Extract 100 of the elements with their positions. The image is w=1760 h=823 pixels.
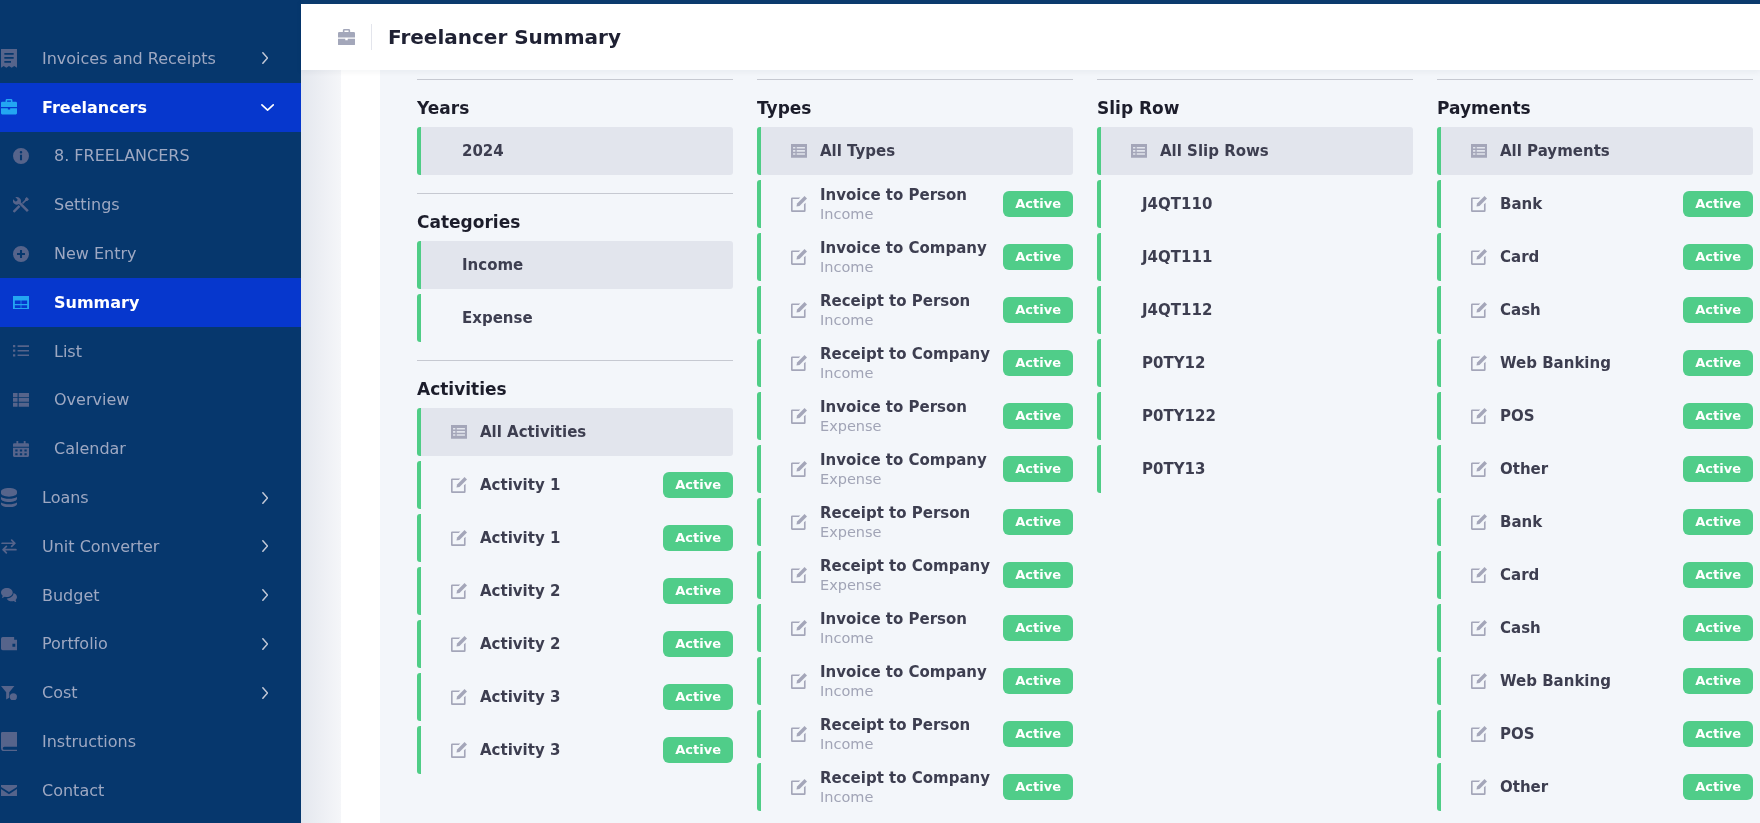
edit-icon[interactable] — [451, 636, 467, 652]
option-row[interactable]: Receipt to Company Expense Active — [757, 551, 1073, 599]
edit-icon[interactable] — [1471, 408, 1487, 424]
option-row[interactable]: Invoice to Person Income Active — [757, 604, 1073, 652]
option-row[interactable]: J4QT112 — [1097, 286, 1413, 334]
status-badge: Active — [1003, 297, 1073, 323]
edit-icon[interactable] — [791, 779, 807, 795]
edit-icon[interactable] — [791, 514, 807, 530]
edit-icon[interactable] — [1471, 673, 1487, 689]
option-row[interactable]: Invoice to Company Expense Active — [757, 445, 1073, 493]
edit-icon[interactable] — [451, 530, 467, 546]
sidebar-item[interactable]: Cost — [0, 668, 301, 718]
option-row[interactable]: Invoice to Company Income Active — [757, 233, 1073, 281]
option-row[interactable]: Activity 3 Active — [417, 726, 733, 774]
option-row[interactable]: Receipt to Person Expense Active — [757, 498, 1073, 546]
option-row[interactable]: Cash Active — [1437, 286, 1753, 334]
option-row[interactable]: Web Banking Active — [1437, 339, 1753, 387]
option-row[interactable]: 2024 — [417, 127, 733, 175]
table-icon — [13, 295, 29, 310]
edit-icon[interactable] — [791, 567, 807, 583]
sidebar-item[interactable]: Budget — [0, 570, 301, 620]
sidebar-item[interactable]: Overview — [0, 375, 301, 425]
option-row[interactable]: Bank Active — [1437, 180, 1753, 228]
edit-icon[interactable] — [791, 620, 807, 636]
edit-icon[interactable] — [791, 726, 807, 742]
sidebar-item[interactable]: Unit Converter — [0, 521, 301, 571]
sidebar-item[interactable]: New Entry — [0, 229, 301, 278]
section-heading: Activities — [417, 378, 508, 400]
option-row[interactable]: Activity 1 Active — [417, 461, 733, 509]
list-box-icon — [791, 144, 807, 158]
sidebar-item[interactable]: Invoices and Receipts — [0, 34, 301, 83]
edit-icon[interactable] — [451, 742, 467, 758]
status-badge: Active — [1003, 403, 1073, 429]
edit-icon[interactable] — [1471, 196, 1487, 212]
edit-icon[interactable] — [791, 196, 807, 212]
sidebar-item[interactable]: Calendar — [0, 424, 301, 474]
edit-icon[interactable] — [791, 355, 807, 371]
sidebar-item[interactable]: Contact — [0, 765, 301, 815]
option-row[interactable]: All Types — [757, 127, 1073, 175]
option-row[interactable]: Receipt to Company Income Active — [757, 339, 1073, 387]
edit-icon[interactable] — [1471, 514, 1487, 530]
option-row[interactable]: POS Active — [1437, 392, 1753, 440]
edit-icon[interactable] — [1471, 355, 1487, 371]
edit-icon[interactable] — [451, 689, 467, 705]
option-row[interactable]: P0TY13 — [1097, 445, 1413, 493]
sidebar-item[interactable]: Summary — [0, 278, 301, 327]
option-row[interactable]: Income — [417, 241, 733, 289]
edit-icon[interactable] — [1471, 302, 1487, 318]
edit-icon[interactable] — [791, 302, 807, 318]
option-row[interactable]: J4QT110 — [1097, 180, 1413, 228]
option-row[interactable]: POS Active — [1437, 710, 1753, 758]
option-row[interactable]: All Activities — [417, 408, 733, 456]
option-row[interactable]: Invoice to Company Income Active — [757, 657, 1073, 705]
edit-icon[interactable] — [791, 408, 807, 424]
section-heading: Payments — [1437, 97, 1532, 119]
edit-icon[interactable] — [451, 477, 467, 493]
option-row[interactable]: Card Active — [1437, 551, 1753, 599]
option-row[interactable]: Cash Active — [1437, 604, 1753, 652]
tools-icon — [13, 196, 29, 213]
section-heading: Slip Row — [1097, 97, 1181, 119]
option-row[interactable]: All Payments — [1437, 127, 1753, 175]
edit-icon[interactable] — [1471, 249, 1487, 265]
sidebar-item[interactable]: 8. FREELANCERS — [0, 131, 301, 181]
option-row[interactable]: Bank Active — [1437, 498, 1753, 546]
option-row[interactable]: J4QT111 — [1097, 233, 1413, 281]
sidebar-item[interactable]: Loans — [0, 473, 301, 522]
option-row[interactable]: Activity 2 Active — [417, 620, 733, 668]
sidebar-item[interactable]: Freelancers — [0, 82, 301, 132]
option-row[interactable]: Invoice to Person Expense Active — [757, 392, 1073, 440]
edit-icon[interactable] — [1471, 620, 1487, 636]
edit-icon[interactable] — [451, 583, 467, 599]
sidebar-item[interactable]: Settings — [0, 180, 301, 230]
list-box-icon — [1471, 144, 1487, 158]
sidebar-item[interactable]: Portfolio — [0, 619, 301, 669]
option-row[interactable]: Web Banking Active — [1437, 657, 1753, 705]
option-row[interactable]: Receipt to Person Income Active — [757, 286, 1073, 334]
option-row[interactable]: Receipt to Company Income Active — [757, 763, 1073, 811]
option-row[interactable]: Other Active — [1437, 445, 1753, 493]
option-row[interactable]: Receipt to Person Income Active — [757, 710, 1073, 758]
status-badge: Active — [1003, 244, 1073, 270]
option-row[interactable]: Expense — [417, 294, 733, 342]
option-row[interactable]: All Slip Rows — [1097, 127, 1413, 175]
edit-icon[interactable] — [1471, 461, 1487, 477]
option-row[interactable]: Card Active — [1437, 233, 1753, 281]
edit-icon[interactable] — [791, 673, 807, 689]
edit-icon[interactable] — [791, 249, 807, 265]
option-row[interactable]: Other Active — [1437, 763, 1753, 811]
option-row[interactable]: Activity 3 Active — [417, 673, 733, 721]
option-row[interactable]: Activity 1 Active — [417, 514, 733, 562]
edit-icon[interactable] — [1471, 726, 1487, 742]
edit-icon[interactable] — [1471, 567, 1487, 583]
edit-icon[interactable] — [791, 461, 807, 477]
option-row[interactable]: Invoice to Person Income Active — [757, 180, 1073, 228]
option-row[interactable]: Activity 2 Active — [417, 567, 733, 615]
option-row[interactable]: P0TY122 — [1097, 392, 1413, 440]
sidebar-item[interactable]: Instructions — [0, 717, 301, 766]
option-row[interactable]: P0TY12 — [1097, 339, 1413, 387]
status-badge: Active — [663, 525, 733, 551]
edit-icon[interactable] — [1471, 779, 1487, 795]
sidebar-item[interactable]: List — [0, 326, 301, 376]
